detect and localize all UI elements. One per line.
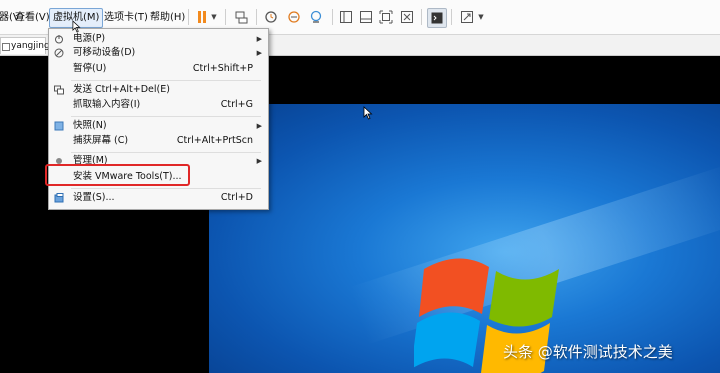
mouse-cursor-icon xyxy=(72,20,81,33)
menu-item-pause[interactable]: 暂停(U) Ctrl+Shift+P xyxy=(49,61,268,77)
keyboard-icon xyxy=(54,85,64,95)
menu-item-snapshot[interactable]: 快照(N) ▶ xyxy=(49,118,268,134)
menu-item-removable-devices[interactable]: 可移动设备(D) ▶ xyxy=(49,45,268,61)
menu-help[interactable]: 帮助(H) xyxy=(147,9,188,27)
menu-divider xyxy=(71,188,261,189)
menu-divider xyxy=(71,80,261,81)
submenu-arrow-icon: ▶ xyxy=(256,122,262,130)
tab-vm[interactable]: yangjing xyxy=(0,37,50,54)
revert-snapshot-icon[interactable] xyxy=(285,8,303,26)
toolbar-divider xyxy=(332,9,333,25)
menu-item-grab-input[interactable]: 抓取输入内容(I) Ctrl+G xyxy=(49,97,268,113)
snapshot-icon[interactable] xyxy=(262,8,280,26)
toolbar-divider xyxy=(451,9,452,25)
thumbnail-view-icon[interactable] xyxy=(357,8,375,26)
power-icon xyxy=(55,35,63,44)
chevron-down-icon[interactable]: ▼ xyxy=(476,8,486,26)
toolbar-divider xyxy=(188,9,189,25)
toolbar-divider xyxy=(256,9,257,25)
toolbar-divider xyxy=(421,9,422,25)
submenu-arrow-icon: ▶ xyxy=(256,49,262,57)
mouse-cursor-icon xyxy=(363,106,373,120)
library-view-icon[interactable] xyxy=(337,8,355,26)
settings-icon xyxy=(54,193,64,203)
menu-item-settings[interactable]: 设置(S)... Ctrl+D xyxy=(49,190,268,206)
chevron-down-icon[interactable]: ▼ xyxy=(209,8,219,26)
shortcut-label: Ctrl+Alt+PrtScn xyxy=(176,135,253,146)
watermark-text: 头条 @软件测试技术之美 xyxy=(503,343,673,361)
console-view-icon[interactable] xyxy=(427,8,447,28)
menu-item-capture-screen[interactable]: 捕获屏幕 (C) Ctrl+Alt+PrtScn xyxy=(49,133,268,149)
tab-label: yangjing xyxy=(11,41,50,51)
menu-tabs[interactable]: 选项卡(T) xyxy=(101,9,151,27)
vm-icon xyxy=(2,43,10,51)
shortcut-label: Ctrl+D xyxy=(220,192,253,203)
removable-device-icon xyxy=(54,48,64,58)
snapshot-manager-icon[interactable] xyxy=(307,8,325,26)
guest-desktop[interactable] xyxy=(209,104,720,373)
fullscreen-icon[interactable] xyxy=(398,8,416,26)
snapshot-icon xyxy=(54,121,64,131)
menu-divider xyxy=(71,116,261,117)
fit-guest-icon[interactable] xyxy=(377,8,395,26)
toolbar-divider xyxy=(225,9,226,25)
submenu-arrow-icon: ▶ xyxy=(256,157,262,165)
stretch-icon[interactable] xyxy=(458,8,476,26)
highlight-box xyxy=(45,164,190,186)
menu-view[interactable]: 查看(V) xyxy=(12,9,53,27)
shortcut-label: Ctrl+Shift+P xyxy=(192,63,253,74)
shortcut-label: Ctrl+G xyxy=(220,99,253,110)
menu-item-send-ctrl-alt-del[interactable]: 发送 Ctrl+Alt+Del(E) xyxy=(49,82,268,98)
send-ctrl-alt-del-icon[interactable] xyxy=(232,8,250,26)
